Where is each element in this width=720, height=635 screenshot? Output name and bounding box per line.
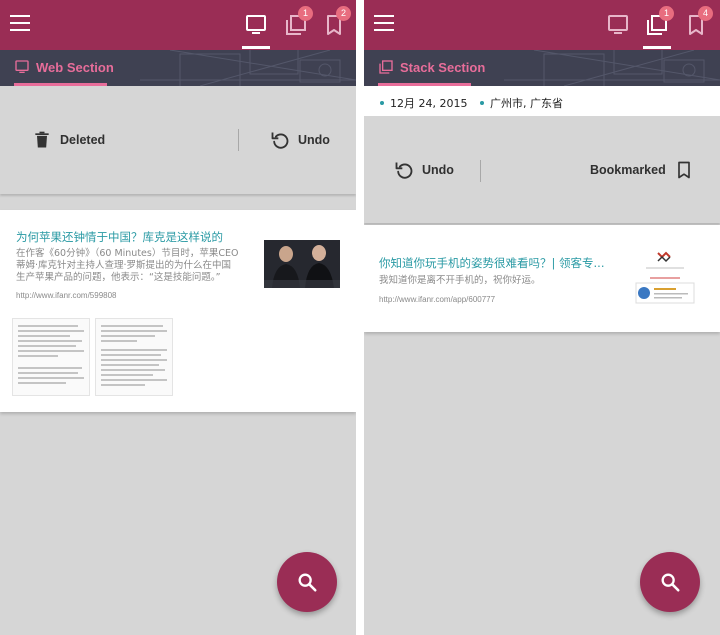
bullet-icon [380, 101, 384, 105]
divider [238, 129, 239, 151]
article-thumbnail[interactable] [632, 247, 698, 309]
bullet-icon [480, 101, 484, 105]
date-text: 12月 24, 2015 [390, 97, 468, 110]
undo-label: Undo [298, 133, 330, 147]
section-title-text: Web Section [36, 59, 114, 75]
stack-section-screen: 1 4 Stack Section 12月 24, 2015 广州市, 广东省 … [364, 0, 720, 635]
article-card[interactable]: 为何苹果还钟情于中国？库克是这样说的 在作客《60分钟》（60 Minutes）… [0, 210, 356, 412]
web-section-tab-monitor-icon[interactable] [242, 13, 270, 49]
article-thumbnail[interactable] [264, 240, 340, 288]
web-section-screen: 1 2 Web Section Deleted Undo 为何苹果还钟情于中国？… [0, 0, 356, 635]
stack-badge: 1 [298, 6, 313, 21]
section-title: Stack Section [378, 59, 485, 75]
location-chip: 广州市, 广东省 [480, 95, 563, 111]
divider [480, 160, 481, 182]
section-header: Stack Section [364, 50, 720, 86]
undo-button[interactable]: Undo [270, 86, 330, 194]
article-meta-row: 12月 24, 2015 广州市, 广东省 [364, 86, 720, 116]
undo-button[interactable]: Undo [394, 117, 454, 223]
monitor-icon [15, 60, 29, 73]
menu-icon[interactable] [374, 15, 394, 31]
section-title: Web Section [14, 59, 114, 75]
bookmark-icon [677, 161, 690, 179]
article-title[interactable]: 你知道你玩手机的姿势很难看吗？| 领客专... [379, 255, 615, 271]
undo-icon [395, 162, 413, 179]
bookmark-badge: 2 [336, 6, 351, 21]
photo-two-people [264, 240, 340, 288]
article-url[interactable]: http://www.ifanr.com/599808 [16, 291, 117, 300]
deleted-status: Deleted [32, 86, 105, 194]
date-chip: 12月 24, 2015 [380, 95, 467, 111]
section-header: Web Section [0, 50, 356, 86]
trash-icon [35, 131, 49, 148]
deleted-label: Deleted [60, 133, 106, 147]
app-toolbar: 1 2 [0, 0, 356, 50]
stack-section-tab-layers-icon[interactable]: 1 [643, 6, 674, 49]
bookmark-badge: 4 [698, 6, 713, 21]
article-title[interactable]: 为何苹果还钟情于中国？库克是这样说的 [16, 229, 248, 245]
article-description: 在作客《60分钟》（60 Minutes）节目时，苹果CEO 蒂姆·库克针对主持… [16, 248, 252, 284]
section-title-text: Stack Section [400, 59, 486, 75]
undo-icon [271, 132, 289, 149]
poster-graphic [632, 247, 698, 309]
layers-icon [379, 60, 393, 74]
search-icon [661, 573, 680, 592]
location-text: 广州市, 广东省 [490, 97, 563, 110]
bookmarks-tab-bookmark-icon[interactable]: 2 [322, 6, 351, 37]
document-preview [12, 318, 90, 396]
bookmarked-undo-bar: Undo Bookmarked [364, 117, 720, 223]
search-fab[interactable] [640, 552, 700, 612]
undo-label: Undo [422, 163, 454, 177]
app-toolbar: 1 4 [364, 0, 720, 50]
menu-icon[interactable] [10, 15, 30, 31]
stack-section-tab-layers-icon[interactable]: 1 [284, 6, 313, 37]
bookmarked-status: Bookmarked [590, 117, 694, 223]
search-icon [298, 573, 317, 592]
article-description: 我知道你是离不开手机的，祝你好运。 [379, 275, 541, 286]
deleted-undo-bar: Deleted Undo [0, 86, 356, 194]
bookmarks-tab-bookmark-icon[interactable]: 4 [684, 6, 713, 37]
article-card[interactable]: 你知道你玩手机的姿势很难看吗？| 领客专... 我知道你是离不开手机的，祝你好运… [364, 225, 720, 332]
desc-line: 蒂姆·库克针对主持人查理·罗斯提出的为什么在中国 [16, 260, 232, 271]
desc-line: 在作客《60分钟》（60 Minutes）节目时，苹果CEO [16, 248, 239, 259]
bookmarked-label: Bookmarked [590, 163, 666, 177]
search-fab[interactable] [277, 552, 337, 612]
web-section-tab-monitor-icon[interactable] [606, 13, 630, 37]
stack-badge: 1 [659, 6, 674, 21]
article-url[interactable]: http://www.ifanr.com/app/600777 [379, 295, 495, 304]
desc-line: 生产苹果产品的问题，他表示：“这是技能问题。” [16, 272, 221, 283]
document-preview [95, 318, 173, 396]
